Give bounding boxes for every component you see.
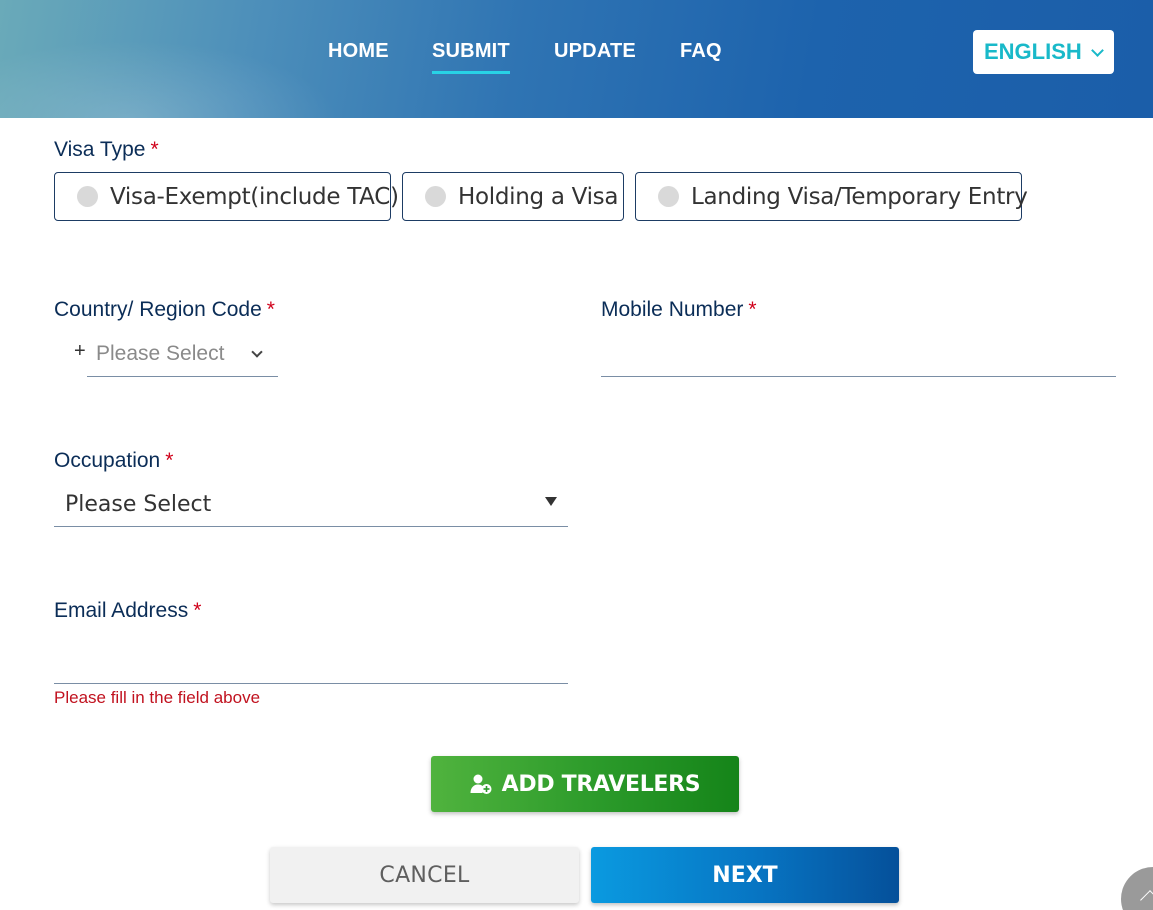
occupation-select[interactable]: Please Select <box>54 484 568 527</box>
mobile-number-underline <box>601 376 1116 377</box>
cancel-button[interactable]: CANCEL <box>270 847 579 903</box>
occupation-underline <box>54 526 568 527</box>
nav-submit[interactable]: SUBMIT <box>432 40 510 74</box>
visa-type-label: Visa Type * <box>54 138 159 162</box>
language-label: ENGLISH <box>984 39 1082 64</box>
visa-option-landing[interactable]: Landing Visa/Temporary Entry <box>635 172 1028 221</box>
visa-option-label: Visa-Exempt(include TAC) <box>110 183 399 210</box>
chevron-up-icon <box>1140 890 1153 910</box>
country-code-label: Country/ Region Code * <box>54 298 275 322</box>
nav-update[interactable]: UPDATE <box>554 40 636 63</box>
radio-circle-icon[interactable] <box>658 186 679 207</box>
country-code-label-text: Country/ Region Code <box>54 298 262 321</box>
required-mark: * <box>748 298 757 321</box>
next-label: NEXT <box>712 862 778 888</box>
top-header: HOME SUBMIT UPDATE FAQ ENGLISH <box>0 0 1153 118</box>
visa-type-label-text: Visa Type <box>54 138 146 161</box>
occupation-value: Please Select <box>65 492 212 517</box>
visa-option-holding[interactable]: Holding a Visa <box>402 172 624 221</box>
language-select[interactable]: ENGLISH <box>973 30 1114 74</box>
chevron-down-icon <box>1091 44 1104 57</box>
add-travelers-button[interactable]: ADD TRAVELERS <box>431 756 739 812</box>
required-mark: * <box>150 138 159 161</box>
visa-option-label: Landing Visa/Temporary Entry <box>691 183 1028 210</box>
country-code-underline <box>87 376 278 377</box>
occupation-label: Occupation * <box>54 449 173 473</box>
add-user-icon <box>470 774 492 794</box>
visa-option-exempt[interactable]: Visa-Exempt(include TAC) <box>54 172 399 221</box>
nav-home[interactable]: HOME <box>328 40 389 63</box>
visa-option-label: Holding a Visa <box>458 183 619 210</box>
chevron-down-icon <box>251 346 263 358</box>
email-label-text: Email Address <box>54 599 189 622</box>
add-travelers-label: ADD TRAVELERS <box>501 771 701 797</box>
cancel-label: CANCEL <box>379 862 470 888</box>
nav-faq[interactable]: FAQ <box>680 40 722 63</box>
mobile-number-label-text: Mobile Number <box>601 298 744 321</box>
occupation-label-text: Occupation <box>54 449 161 472</box>
radio-circle-icon[interactable] <box>425 186 446 207</box>
country-code-placeholder: Please Select <box>96 342 225 365</box>
mobile-number-input[interactable] <box>601 334 1116 377</box>
required-mark: * <box>193 599 202 622</box>
email-input[interactable] <box>54 640 568 684</box>
caret-down-icon <box>545 497 557 506</box>
plus-prefix: + <box>74 340 86 362</box>
mobile-number-label: Mobile Number * <box>601 298 757 322</box>
email-error-message: Please fill in the field above <box>54 688 261 707</box>
required-mark: * <box>165 449 174 472</box>
scroll-to-top-button[interactable] <box>1121 867 1153 910</box>
email-label: Email Address * <box>54 599 201 623</box>
next-button[interactable]: NEXT <box>591 847 899 903</box>
email-underline <box>54 683 568 684</box>
country-code-select[interactable]: Please Select <box>87 338 278 377</box>
radio-circle-icon[interactable] <box>77 186 98 207</box>
required-mark: * <box>266 298 275 321</box>
